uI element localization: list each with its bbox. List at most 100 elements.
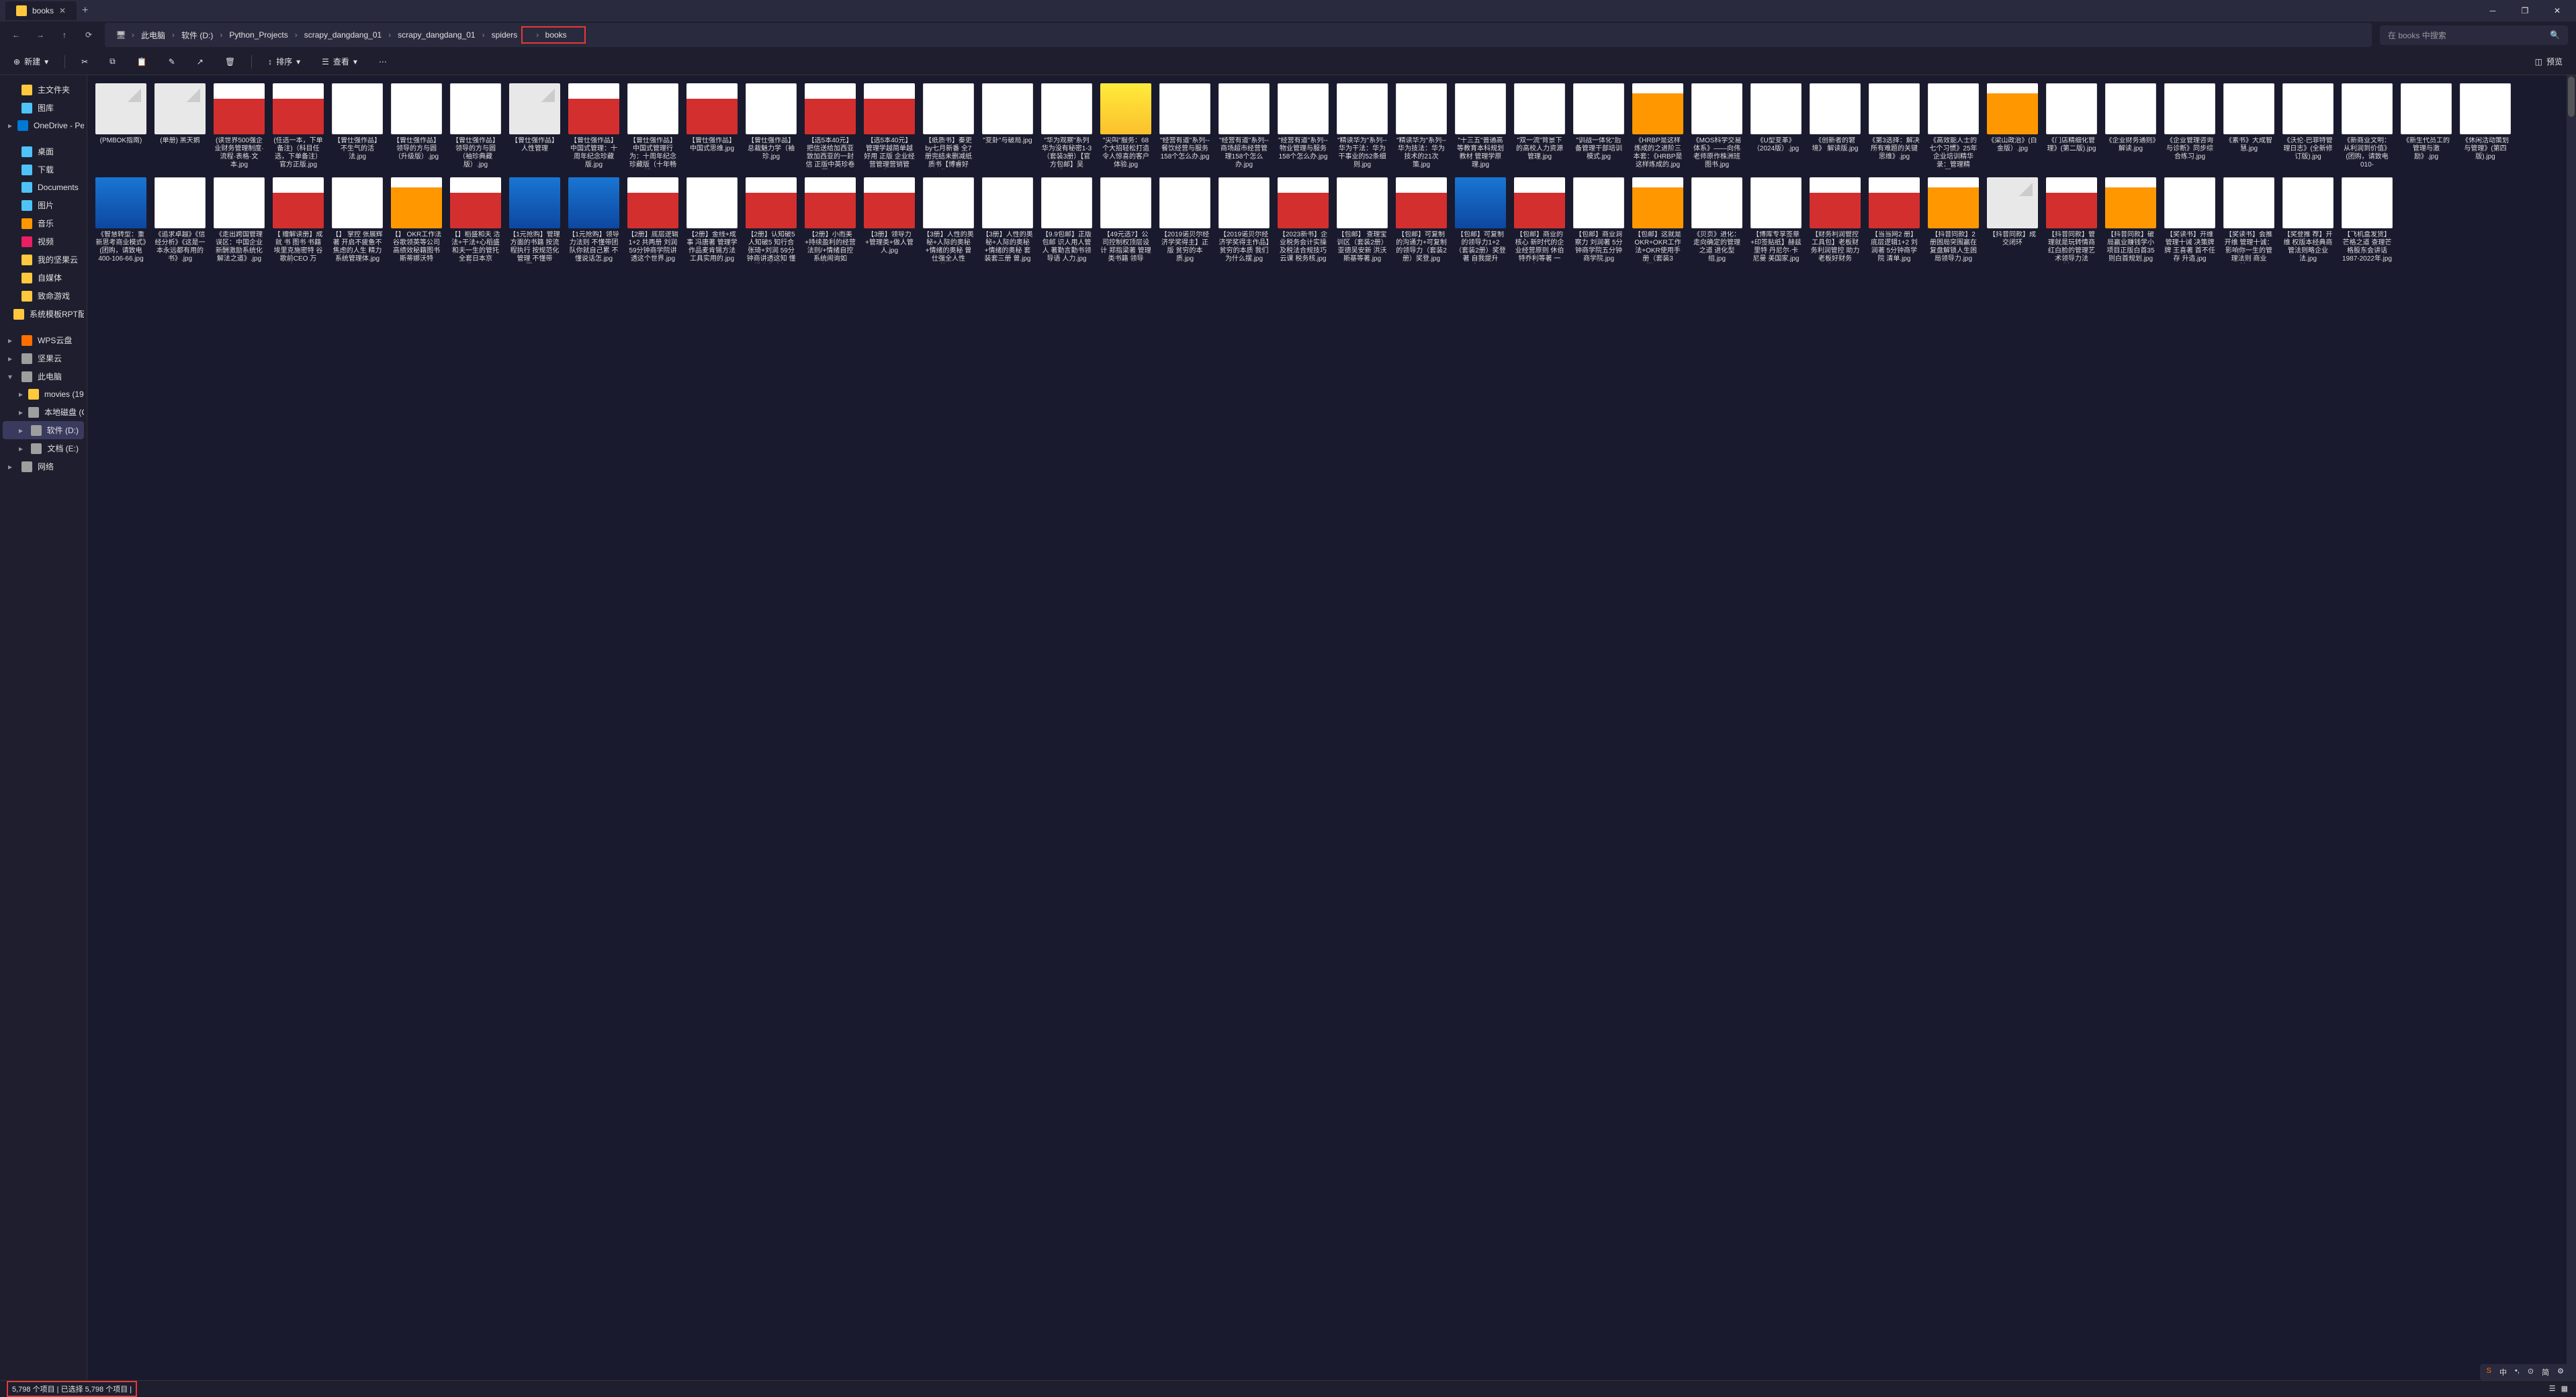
forward-button[interactable]: → <box>32 27 48 43</box>
file-item[interactable]: 【曾仕强作品】总裁魅力学（袖珍.jpg <box>743 81 799 172</box>
more-button[interactable]: ⋯ <box>373 54 392 69</box>
file-item[interactable]: 《企业管理咨询与诊断》同步综合练习.jpg <box>2162 81 2218 172</box>
delete-button[interactable]: 🗑 <box>220 54 240 69</box>
file-item[interactable]: 【纸质书】秦吏 by七月新番 全7册完结未删减纸质书【博睿好书.jpg <box>920 81 977 172</box>
file-item[interactable]: 【】 掌控 张展辉著 开启不疲惫不焦虑的人生 精力系统管理体.jpg <box>329 175 386 266</box>
ime-settings[interactable]: ⚙ <box>2555 1365 2567 1379</box>
file-item[interactable]: 【曾仕强作品】领导的方与圆（袖珍典藏版）.jpg <box>447 81 504 172</box>
file-item[interactable]: 【包邮】这就是OKR+OKR工作法+OKR使用手册（套装3册）.jpg <box>1630 175 1686 266</box>
sidebar-item[interactable]: ▸movies (192.168. <box>3 386 84 403</box>
maximize-button[interactable]: ❐ <box>2512 1 2538 20</box>
file-item[interactable]: "经营有道"系列--商场超市经营管理158个怎么办.jpg <box>1216 81 1272 172</box>
file-item[interactable]: 《创新者的窘境》 解读版.jpg <box>1807 81 1863 172</box>
close-tab-icon[interactable]: ✕ <box>59 6 66 15</box>
scrollbar[interactable] <box>2567 75 2576 1380</box>
file-item[interactable]: 【奖读书】开维 管理十诫 决策牌牌 王喜著 首不任存 升造.jpg <box>2162 175 2218 266</box>
file-item[interactable]: 【包邮】可复制的沟通力+可复制的领导力（套装2册）奖登.jpg <box>1393 175 1450 266</box>
ime-sogou-icon[interactable]: S <box>2484 1365 2494 1379</box>
file-item[interactable]: 【奖读书】会推开维 管理十诚：影响你一生的管理法则 商业法.jpg <box>2221 175 2277 266</box>
file-item[interactable]: "十三五"普通高等教育本科规划教材 管理学原理.jpg <box>1452 81 1509 172</box>
file-item[interactable]: 【选5本40元】管理学越简单越好用 正版 企业经营管理营销管理.jpg <box>861 81 918 172</box>
file-item[interactable]: 【2019诺贝尔经济学奖得主】正版 贫穷的本质.jpg <box>1157 175 1213 266</box>
file-item[interactable]: 《走出跨国管理误区：中国企业新酬激励系统化解法之道》.jpg <box>211 175 267 266</box>
preview-button[interactable]: ◫ 预览 <box>2530 53 2568 70</box>
file-item[interactable]: 【飞机盒发货】芒格之道 查理芒格股东会讲话1987-2022年.jpg <box>2339 175 2395 266</box>
file-item[interactable]: 【奖登推 荐】开维 权版本经典商管法则略企业法.jpg <box>2280 175 2336 266</box>
sidebar-item[interactable]: ▸坚果云 <box>3 349 84 367</box>
back-button[interactable]: ← <box>8 27 24 43</box>
sidebar-item[interactable]: 图库 <box>3 99 84 117</box>
file-item[interactable]: 《素书》大成智慧.jpg <box>2221 81 2277 172</box>
file-item[interactable]: 【2册】金线+成事 冯唐著 管理学作品麦肯锡方法工具实用的.jpg <box>684 175 740 266</box>
file-item[interactable]: 【包邮】 查理宝训区（套装2册）亚德吴安新 洪沃斯基等著.jpg <box>1334 175 1390 266</box>
file-item[interactable]: 【抖音同款】成交闭环 <box>1984 175 2041 266</box>
file-item[interactable]: 【2023新书】企业税务会计实操及税法合规技巧云课 税务核.jpg <box>1275 175 1331 266</box>
file-item[interactable]: 《贝页》进化：走向确定的管理之道 进化型组.jpg <box>1689 175 1745 266</box>
file-item[interactable]: (读世界500强企业财务管理制度·流程·表格·文本.jpg <box>211 81 267 172</box>
file-item[interactable]: 《智慧转型：重新思考商业模式》(团购，请致电400-106-66.jpg <box>93 175 149 266</box>
sidebar-item[interactable]: 图片 <box>3 196 84 214</box>
file-item[interactable]: (单册) 黑天鹅 <box>152 81 208 172</box>
file-item[interactable]: 《追求卓越》《信经分析》《这是一本永远都有用的书》.jpg <box>152 175 208 266</box>
bc-spiders[interactable]: spiders <box>488 29 522 41</box>
file-item[interactable]: 【 赠解读册】成就 书 图书 书籍 埃里克施密特 谷歌前CEO 万亿.jpg <box>270 175 326 266</box>
file-item[interactable]: 《沃伦·巴菲特管理日志》(全新修订版).jpg <box>2280 81 2336 172</box>
file-item[interactable]: 【包邮】商业洞察力 刘润著 5分钟商学院五分钟商学院.jpg <box>1570 175 1627 266</box>
sidebar-item[interactable]: ▸WPS云盘 <box>3 331 84 349</box>
file-item[interactable]: 【财务利润管控工具包】老板财务利润管控 助力老板好财务 幸.jpg <box>1807 175 1863 266</box>
sidebar-item[interactable]: ▸文档 (E:) <box>3 439 84 457</box>
sidebar-item[interactable]: 下载 <box>3 161 84 179</box>
file-item[interactable]: 《HRBP是这样炼成的之进阶三本套：《HRBP是这样炼成的.jpg <box>1630 81 1686 172</box>
tab-books[interactable]: books ✕ <box>5 1 77 20</box>
sidebar-item[interactable]: 视频 <box>3 232 84 251</box>
file-item[interactable]: 【3册】人性的奥秘+人际的奥秘+情绪的奥秘 曾仕强全人性的.jpg <box>920 175 977 266</box>
file-item[interactable]: 【包邮】商业的核心 新时代的企业经营原则 休伯特乔利等著 一表.jpg <box>1511 175 1568 266</box>
bc-scrapy2[interactable]: scrapy_dangdang_01 <box>394 29 479 41</box>
ime-emoji[interactable]: ⊙ <box>2525 1365 2536 1379</box>
file-item[interactable]: 《MOS科学交易体系》——向伟老师原作株洲班图书.jpg <box>1689 81 1745 172</box>
new-button[interactable]: ⊕ 新建 ▾ <box>8 53 54 70</box>
file-item[interactable]: 【曾仕强作品】领导的方与圆（升级版）.jpg <box>388 81 445 172</box>
sidebar-item[interactable]: ▸软件 (D:) <box>3 421 84 439</box>
bc-pc[interactable]: 此电脑 <box>137 28 169 42</box>
file-item[interactable]: 《高效能人士的七个习惯》25年企业培训精华录：管理精要.jpg <box>1925 81 1982 172</box>
cut-button[interactable]: ✂ <box>76 54 93 69</box>
sidebar-item[interactable]: Documents <box>3 179 84 196</box>
file-item[interactable]: "双一流"背景下的高校人力资源管理.jpg <box>1511 81 1568 172</box>
file-item[interactable]: "训战一体化"后备管理干部培训模式.jpg <box>1570 81 1627 172</box>
file-item[interactable]: 【抖音同款】管理就是玩转情商红白脸的管理艺术领导力法则.jpg <box>2043 175 2100 266</box>
file-item[interactable]: 《企业财务通则》解读.jpg <box>2102 81 2159 172</box>
file-item[interactable]: "精读华为"系列--华为技法：华为技术的21次策.jpg <box>1393 81 1450 172</box>
copy-button[interactable]: ⧉ <box>104 54 121 69</box>
file-item[interactable]: 《门店精细化管理》(第二版).jpg <box>2043 81 2100 172</box>
file-item[interactable]: 【2册】认知破5 人知破5 知行合 张琦+刘润 59分钟商讲透这知 懂 懂人生大… <box>743 175 799 266</box>
file-item[interactable]: 【曾仕强作品】中国式管理行为：十周年纪念珍藏版（十年畅销.jpg <box>625 81 681 172</box>
file-item[interactable]: 《新商业文明：从利润到价值》(团购，请致电010-57993380.jpg <box>2339 81 2395 172</box>
file-item[interactable]: (任选一本，下单备注)（科目任选，下单备注）官方正版.jpg <box>270 81 326 172</box>
file-item[interactable]: 【曾仕强作品】人性管理 <box>506 81 563 172</box>
pc-icon[interactable]: 🖥 <box>113 27 129 43</box>
refresh-button[interactable]: ⟳ <box>81 27 97 43</box>
scroll-thumb[interactable] <box>2568 77 2575 117</box>
file-item[interactable]: 【抖音同款】破局赢业赚钱学小项目正版白首35则白首规划.jpg <box>2102 175 2159 266</box>
file-item[interactable]: (PMBOK指南) <box>93 81 149 172</box>
up-button[interactable]: ↑ <box>56 27 73 43</box>
file-item[interactable]: 【】 OKR工作法 谷歌领英等公司高绩效秘籍图书 斯蒂娜沃特克.jpg <box>388 175 445 266</box>
bc-books[interactable]: books <box>541 29 571 41</box>
close-button[interactable]: ✕ <box>2544 1 2571 20</box>
file-item[interactable]: 【2019诺贝尔经济学奖得主作品】贫穷的本质 我们为什么摆.jpg <box>1216 175 1272 266</box>
sidebar-item[interactable]: ▸网络 <box>3 457 84 476</box>
file-item[interactable]: 【2册】底层逻辑1+2 共两册 刘润 59分钟商学院讲透这个世界.jpg <box>625 175 681 266</box>
sidebar-item[interactable]: 音乐 <box>3 214 84 232</box>
file-item[interactable]: 《U型变革》（2024版）.jpg <box>1748 81 1804 172</box>
file-item[interactable]: 【曾仕强作品】中国式思维.jpg <box>684 81 740 172</box>
view-button[interactable]: ☰ 查看 ▾ <box>316 53 363 70</box>
file-item[interactable]: 【2册】小而美+持续盈利的经营法则/+情绪自控系统闹询如何.jpg <box>802 175 858 266</box>
file-item[interactable]: 《新生代员工的管理与激励》.jpg <box>2398 81 2454 172</box>
file-item[interactable]: 【9.9包邮】正版包邮 识人用人管人 著勤言勤书领导语 人力.jpg <box>1038 175 1095 266</box>
file-item[interactable]: 【1元抢购】领导力法则 不懂带团队你就自己累 不懂说话怎.jpg <box>566 175 622 266</box>
file-item[interactable]: 【抖音同款】2 册困局突围赢在复盘解锁人生困局领导力.jpg <box>1925 175 1982 266</box>
search-box[interactable]: 在 books 中搜索 🔍 <box>2380 26 2568 45</box>
paste-button[interactable]: 📋 <box>132 54 152 69</box>
sidebar-item[interactable]: 系统模板RPT配置文 <box>3 305 84 323</box>
